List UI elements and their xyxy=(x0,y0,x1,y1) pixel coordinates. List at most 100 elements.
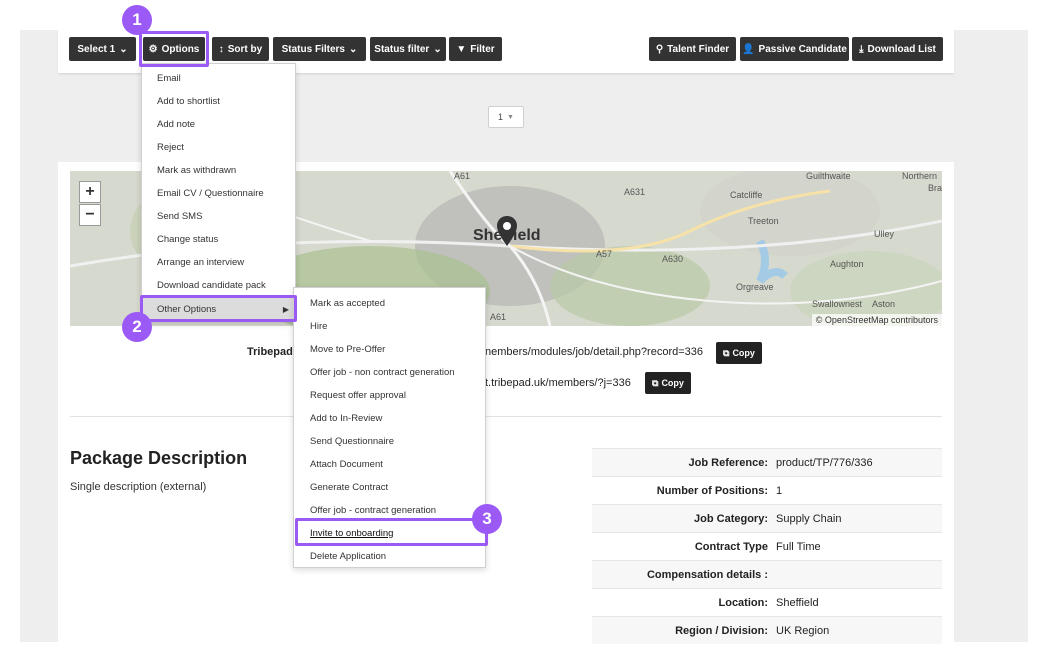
copy-icon: ⧉ xyxy=(723,347,730,358)
map-label-northern: Northern xyxy=(902,171,938,181)
other-options-submenu: Mark as accepted Hire Move to Pre-Offer … xyxy=(293,287,486,568)
detail-key: Job Reference: xyxy=(688,456,768,469)
funnel-icon: ▼ xyxy=(456,43,467,55)
submenu-item-hire[interactable]: Hire xyxy=(294,315,485,337)
menu-item-email-cv[interactable]: Email CV / Questionnaire xyxy=(142,182,295,204)
section-divider xyxy=(70,416,942,417)
menu-item-mark-withdrawn[interactable]: Mark as withdrawn xyxy=(142,159,295,181)
submenu-item-mark-accepted[interactable]: Mark as accepted xyxy=(294,292,485,314)
page-select[interactable]: 1 ▼ xyxy=(488,106,524,128)
map-label-aston: Aston xyxy=(872,299,896,309)
talent-finder-label: Talent Finder xyxy=(667,43,730,55)
status-filter-label: Status filter xyxy=(374,43,430,55)
zoom-in-button[interactable]: + xyxy=(79,181,101,203)
callout-badge-2: 2 xyxy=(122,312,152,342)
options-button[interactable]: ⚙ Options xyxy=(143,37,205,61)
menu-item-reject[interactable]: Reject xyxy=(142,136,295,158)
options-label: Options xyxy=(161,43,200,55)
job-details-table: Job Reference: product/TP/776/336 Number… xyxy=(592,448,942,644)
sort-label: Sort by xyxy=(227,43,263,55)
submenu-item-send-questionnaire[interactable]: Send Questionnaire xyxy=(294,430,485,452)
copy-icon: ⧉ xyxy=(652,377,659,388)
filter-button[interactable]: ▼ Filter xyxy=(449,37,502,61)
job-detail-link[interactable]: nembers/modules/job/detail.php?record=33… xyxy=(485,346,703,358)
passive-candidate-button[interactable]: 👤 Passive Candidate xyxy=(740,37,849,61)
copy-label: Copy xyxy=(661,378,684,388)
zoom-out-button[interactable]: − xyxy=(79,204,101,226)
map-label-a61: A61 xyxy=(454,171,471,181)
menu-item-other-options[interactable]: Other Options ▶ xyxy=(142,298,295,320)
submenu-item-generate-contract[interactable]: Generate Contract xyxy=(294,476,485,498)
select-label: Select 1 xyxy=(77,43,116,55)
zoom-in-label: + xyxy=(85,183,95,200)
detail-value: Sheffield xyxy=(776,596,819,609)
download-list-label: Download List xyxy=(867,43,936,55)
chevron-down-icon: ⌄ xyxy=(348,43,358,55)
map-label-guilthwaite: Guilthwaite xyxy=(806,171,851,181)
add-user-icon: 👤 xyxy=(742,43,755,55)
chevron-down-icon: ⌄ xyxy=(433,43,442,55)
options-menu: Email Add to shortlist Add note Reject M… xyxy=(141,63,296,322)
map-label-swallownest: Swallownest xyxy=(812,299,863,309)
detail-key: Contract Type xyxy=(694,540,768,553)
select-dropdown[interactable]: Select 1 ⌄ xyxy=(69,37,136,61)
table-row: Job Category: Supply Chain xyxy=(592,504,942,532)
status-filters-label: Status Filters xyxy=(281,43,345,55)
detail-value: product/TP/776/336 xyxy=(776,456,873,469)
menu-item-add-to-shortlist[interactable]: Add to shortlist xyxy=(142,90,295,112)
detail-key: Region / Division: xyxy=(675,624,768,637)
sort-by-button[interactable]: ↕ Sort by xyxy=(212,37,269,61)
status-filter-button[interactable]: Status filter ⌄ xyxy=(370,37,446,61)
submenu-item-offer-non-contract[interactable]: Offer job - non contract generation xyxy=(294,361,485,383)
submenu-item-request-approval[interactable]: Request offer approval xyxy=(294,384,485,406)
status-filters-button[interactable]: Status Filters ⌄ xyxy=(273,37,366,61)
location-pin-icon xyxy=(497,216,517,246)
talent-finder-button[interactable]: ⚲ Talent Finder xyxy=(649,37,736,61)
map-label-a631: A631 xyxy=(624,187,646,197)
other-options-label: Other Options xyxy=(157,303,217,315)
map-label-orgreave: Orgreave xyxy=(736,282,774,292)
tribepad-label: Tribepad xyxy=(247,346,293,358)
submenu-item-invite-onboarding[interactable]: Invite to onboarding xyxy=(294,522,485,544)
submenu-item-pre-offer[interactable]: Move to Pre-Offer xyxy=(294,338,485,360)
map-label-catcliffe: Catcliffe xyxy=(730,190,763,200)
menu-item-email[interactable]: Email xyxy=(142,67,295,89)
search-icon: ⚲ xyxy=(655,43,664,55)
detail-value: Full Time xyxy=(776,540,821,553)
detail-value: UK Region xyxy=(776,624,830,637)
menu-item-change-status[interactable]: Change status xyxy=(142,228,295,250)
download-list-button[interactable]: ⤓ Download List xyxy=(852,37,943,61)
table-row: Contract Type Full Time xyxy=(592,532,942,560)
detail-key: Location: xyxy=(718,596,769,609)
map-label-a630: A630 xyxy=(662,254,684,264)
table-row: Job Reference: product/TP/776/336 xyxy=(592,448,942,476)
map-label-a61-south: A61 xyxy=(490,312,507,322)
map-label-aughton: Aughton xyxy=(830,259,864,269)
sort-icon: ↕ xyxy=(218,43,224,55)
submenu-item-attach-document[interactable]: Attach Document xyxy=(294,453,485,475)
caret-down-icon: ▼ xyxy=(507,113,514,121)
submenu-item-delete-application[interactable]: Delete Application xyxy=(294,545,485,567)
package-title: Package Description xyxy=(70,448,248,468)
page-number: 1 xyxy=(498,112,504,122)
submenu-item-offer-contract[interactable]: Offer job - contract generation xyxy=(294,499,485,521)
chevron-down-icon: ⌄ xyxy=(119,43,128,55)
detail-key: Number of Positions: xyxy=(656,484,768,497)
menu-item-arrange-interview[interactable]: Arrange an interview xyxy=(142,251,295,273)
menu-item-add-note[interactable]: Add note xyxy=(142,113,295,135)
copy-button-1[interactable]: ⧉ Copy xyxy=(716,342,762,364)
menu-item-send-sms[interactable]: Send SMS xyxy=(142,205,295,227)
map-label-treeton: Treeton xyxy=(748,216,779,226)
filter-label: Filter xyxy=(470,43,495,55)
caret-right-icon: ▶ xyxy=(282,304,289,314)
copy-label: Copy xyxy=(732,348,755,358)
map-label-ulley: Ulley xyxy=(874,229,895,239)
menu-item-download-pack[interactable]: Download candidate pack xyxy=(142,274,295,296)
job-share-link[interactable]: t.tribepad.uk/members/?j=336 xyxy=(485,377,631,389)
callout-badge-1: 1 xyxy=(122,5,152,35)
detail-value: 1 xyxy=(776,484,783,497)
submenu-item-in-review[interactable]: Add to In-Review xyxy=(294,407,485,429)
zoom-out-label: − xyxy=(85,206,95,223)
table-row: Compensation details : xyxy=(592,560,942,588)
copy-button-2[interactable]: ⧉ Copy xyxy=(645,372,691,394)
